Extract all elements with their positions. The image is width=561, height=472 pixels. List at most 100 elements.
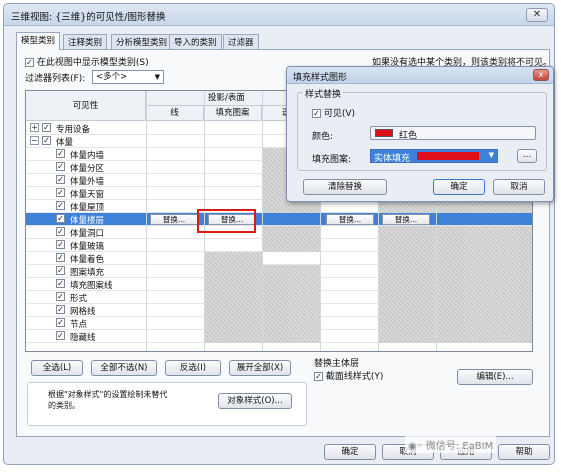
- disabled-cell: [378, 278, 532, 291]
- category-label: 体量楼层: [70, 216, 105, 226]
- dialog-titlebar: 填充样式图形 x: [287, 67, 553, 84]
- select-all-button[interactable]: 全选(L): [31, 360, 83, 376]
- pattern-browse-button[interactable]: …: [517, 149, 537, 163]
- cut-line-style-checkbox[interactable]: ✓: [314, 372, 323, 381]
- visibility-checkbox[interactable]: ✓: [56, 227, 65, 236]
- filter-list-select[interactable]: <多个> ▼: [92, 70, 164, 84]
- category-row[interactable]: ✓ 网格线: [26, 304, 532, 317]
- color-label: 颜色:: [312, 132, 334, 142]
- visibility-checkbox[interactable]: ✓: [56, 253, 65, 262]
- edit-host-layers-button[interactable]: 编辑(E)...: [457, 369, 533, 385]
- style-override-group: 样式替换 ✓ 可见(V) 颜色: 红色 填充图案: 实体填充 ▼ …: [297, 87, 547, 171]
- tab-analytical-categories[interactable]: 分析模型类别: [111, 34, 173, 49]
- fill-pattern-select[interactable]: 实体填充 ▼: [370, 149, 498, 164]
- visibility-checkbox[interactable]: ✓: [56, 188, 65, 197]
- chevron-down-icon: ▼: [154, 73, 160, 81]
- override-button[interactable]: 替换...: [150, 214, 198, 225]
- category-row[interactable]: ✓ 图案填充: [26, 265, 532, 278]
- cut-line-style-option[interactable]: ✓ 截面线样式(Y): [314, 369, 383, 382]
- visibility-checkbox[interactable]: ✓: [56, 318, 65, 327]
- category-label: 体量洞口: [70, 229, 105, 239]
- category-row[interactable]: ✓ 体量洞口: [26, 226, 532, 239]
- visible-label: 可见(V): [323, 109, 356, 119]
- category-row[interactable]: ✓ 体量玻璃: [26, 239, 532, 252]
- column-header-projection-label: 投影/表面: [208, 93, 245, 103]
- category-row[interactable]: ✓ 隐藏线: [26, 330, 532, 343]
- visibility-checkbox[interactable]: ✓: [56, 240, 65, 249]
- category-label: 形式: [70, 294, 88, 304]
- visibility-checkbox[interactable]: ✓: [56, 331, 65, 340]
- category-label: 体量内墙: [70, 151, 105, 161]
- visibility-checkbox[interactable]: ✓: [56, 149, 65, 158]
- category-row[interactable]: ✓ 填充图案线: [26, 278, 532, 291]
- category-label: 体量: [56, 138, 74, 148]
- expand-icon[interactable]: +: [30, 123, 39, 132]
- dialog-ok-button[interactable]: 确定: [433, 179, 485, 195]
- visibility-checkbox[interactable]: ✓: [56, 305, 65, 314]
- disabled-cell: [262, 226, 320, 239]
- visibility-checkbox[interactable]: ✓: [56, 279, 65, 288]
- category-label: 图案填充: [70, 268, 105, 278]
- category-row[interactable]: ✓ 体量着色: [26, 252, 532, 265]
- tab-annotation-categories[interactable]: 注释类别: [63, 34, 108, 49]
- visibility-checkbox[interactable]: ✓: [56, 201, 65, 210]
- show-model-option[interactable]: ✓ 在此视图中显示模型类别(S): [25, 55, 149, 68]
- category-label: 专用设备: [56, 125, 91, 135]
- disabled-cell: [204, 252, 262, 265]
- object-style-note: 根据"对象样式"的设置绘制未替代的类别。: [48, 390, 168, 410]
- column-header-visibility[interactable]: 可见性: [26, 91, 146, 121]
- wechat-icon: ◉◦: [408, 441, 426, 452]
- fill-pattern-label: 填充图案:: [312, 155, 352, 165]
- category-label: 体量屋顶: [70, 203, 105, 213]
- collapse-icon[interactable]: −: [30, 136, 39, 145]
- dialog-close-button[interactable]: x: [533, 69, 549, 81]
- visibility-checkbox[interactable]: ✓: [56, 292, 65, 301]
- watermark: ◉◦ 微信号: EaBIM: [405, 436, 497, 453]
- tab-model-categories[interactable]: 模型类别: [16, 32, 61, 50]
- category-row[interactable]: ✓ 形式: [26, 291, 532, 304]
- category-row[interactable]: ✓ 节点: [26, 317, 532, 330]
- show-model-checkbox[interactable]: ✓: [25, 58, 34, 67]
- visible-option[interactable]: ✓ 可见(V): [312, 106, 355, 119]
- style-override-group-label: 样式替换: [303, 87, 344, 100]
- category-label: 网格线: [70, 307, 96, 317]
- window-close-button[interactable]: ✕: [526, 8, 548, 22]
- category-label: 体量天窗: [70, 190, 105, 200]
- clear-override-button[interactable]: 清除替换: [303, 179, 387, 195]
- color-picker-button[interactable]: 红色: [370, 126, 536, 141]
- invert-selection-button[interactable]: 反选(I): [165, 360, 221, 376]
- visibility-checkbox[interactable]: ✓: [56, 266, 65, 275]
- object-styles-button[interactable]: 对象样式(O)...: [218, 393, 292, 409]
- window-title: 三维视图: {三维}的可见性/图形替换: [11, 12, 166, 23]
- disabled-cell: [378, 304, 532, 317]
- filter-list-value: <多个>: [96, 72, 128, 82]
- ok-button[interactable]: 确定: [324, 444, 376, 460]
- category-label: 体量玻璃: [70, 242, 105, 252]
- visibility-checkbox[interactable]: ✓: [56, 162, 65, 171]
- visibility-checkbox[interactable]: ✓: [42, 123, 51, 132]
- fill-pattern-swatch: [417, 152, 479, 160]
- dialog-cancel-button[interactable]: 取消: [493, 179, 545, 195]
- color-value: 红色: [399, 131, 418, 141]
- visibility-checkbox[interactable]: ✓: [56, 214, 65, 223]
- expand-all-button[interactable]: 展开全部(X): [229, 360, 291, 376]
- disabled-cell: [378, 265, 532, 278]
- override-button[interactable]: 替换...: [326, 214, 374, 225]
- select-none-button[interactable]: 全部不选(N): [91, 360, 157, 376]
- tab-filters[interactable]: 过滤器: [223, 34, 259, 49]
- category-label: 节点: [70, 320, 88, 330]
- override-button[interactable]: 替换...: [382, 214, 430, 225]
- visibility-checkbox[interactable]: ✓: [42, 136, 51, 145]
- tab-imported-categories[interactable]: 导入的类别: [169, 34, 222, 49]
- column-header-lines[interactable]: 线: [146, 106, 204, 121]
- show-model-label: 在此视图中显示模型类别(S): [36, 58, 149, 68]
- visible-checkbox[interactable]: ✓: [312, 109, 321, 118]
- disabled-cell: [378, 239, 532, 252]
- visibility-checkbox[interactable]: ✓: [56, 175, 65, 184]
- column-header-patterns[interactable]: 填充图案: [204, 106, 262, 121]
- category-row[interactable]: ✓ 体量楼层 替换... 替换... 替换... 替换...: [26, 213, 532, 226]
- fill-pattern-value: 实体填充: [374, 154, 411, 164]
- disabled-cell: [262, 239, 320, 252]
- help-button[interactable]: 帮助: [498, 444, 550, 460]
- disabled-cell: [378, 330, 532, 343]
